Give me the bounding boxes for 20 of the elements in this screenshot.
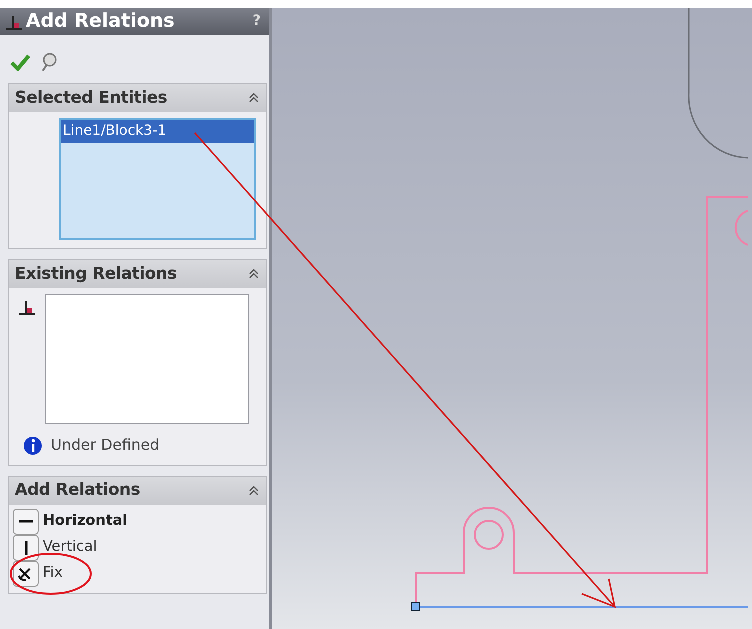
panel-title: Add Relations	[26, 9, 175, 34]
relation-button[interactable]	[13, 560, 39, 586]
selection-list[interactable]: Line1/Block3-1	[59, 118, 256, 240]
section-title: Existing Relations	[15, 262, 177, 285]
section-title: Selected Entities	[15, 86, 168, 109]
info-icon	[23, 436, 43, 456]
collapse-icon[interactable]	[248, 484, 260, 498]
relation-button[interactable]	[13, 508, 39, 534]
horizontal-line-icon	[19, 520, 33, 523]
section-title: Add Relations	[15, 479, 140, 502]
selected-line[interactable]	[412, 602, 748, 612]
vertical-line-icon	[24, 540, 28, 554]
relation-label[interactable]: Fix	[43, 562, 63, 584]
relations-list[interactable]	[45, 294, 249, 424]
relation-label[interactable]: Vertical	[43, 536, 98, 558]
checkmark-icon[interactable]	[10, 52, 30, 71]
relation-button[interactable]	[13, 534, 39, 560]
list-item[interactable]: Line1/Block3-1	[61, 120, 254, 143]
relation-label[interactable]: Horizontal	[43, 510, 128, 532]
status-text: Under Defined	[51, 435, 160, 456]
